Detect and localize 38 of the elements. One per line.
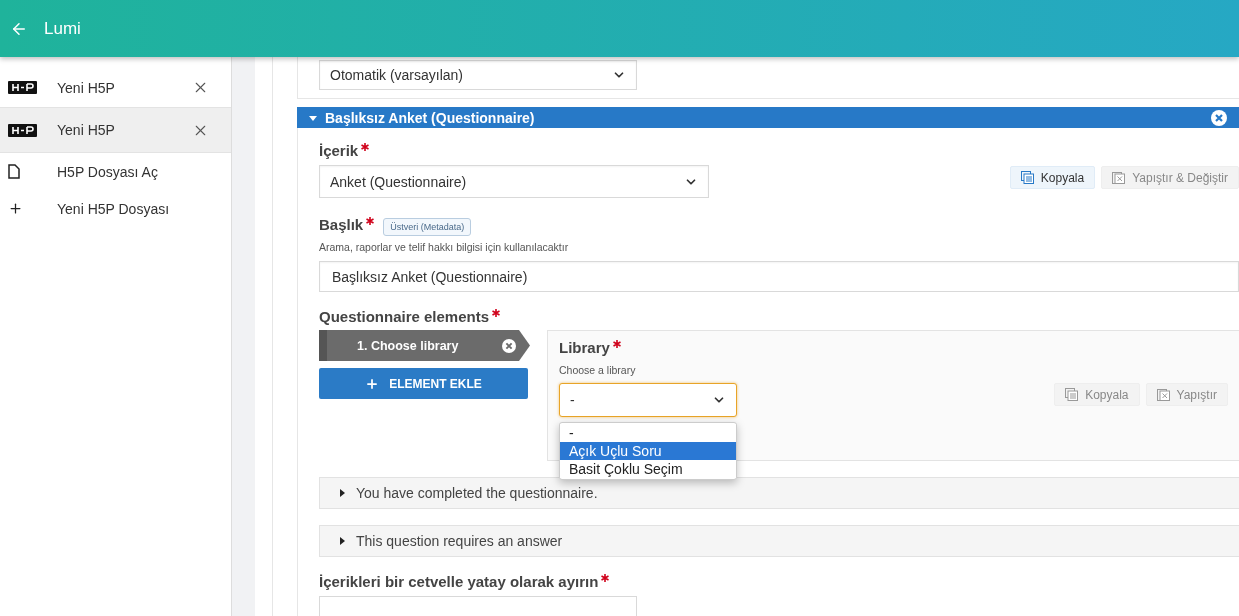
logo-icon — [8, 81, 37, 94]
field-label: Questionnaire elements — [319, 308, 490, 325]
select-field[interactable] — [319, 596, 637, 616]
paste-icon — [1112, 171, 1126, 184]
logo-icon — [8, 123, 37, 137]
select-field[interactable]: - — [559, 383, 737, 417]
collapsible-group[interactable]: This question requires an answer — [319, 525, 1239, 557]
add-element-button[interactable]: ELEMENT EKLE — [319, 368, 528, 399]
section-header[interactable]: Başlıksız Anket (Questionnaire) — [297, 107, 1239, 128]
plus-icon — [365, 376, 380, 391]
text-field[interactable]: Başlıksız Anket (Questionnaire) — [319, 261, 1239, 292]
copy-icon — [1065, 388, 1079, 401]
field-label: Library — [559, 339, 610, 356]
caret-icon — [338, 489, 346, 497]
select-field[interactable]: Anket (Questionnaire) — [319, 165, 709, 198]
copy-icon — [1020, 171, 1034, 184]
field-label: İçerik — [319, 142, 359, 159]
plus-icon — [8, 201, 23, 216]
field-label: Başlık — [319, 216, 364, 233]
paste-icon — [1156, 388, 1170, 401]
remove-icon[interactable] — [502, 338, 516, 353]
caret-icon — [309, 113, 317, 122]
dropdown-option[interactable]: Açık Uçlu Soru — [560, 442, 736, 460]
list-item[interactable]: 1. Choose library — [319, 330, 530, 361]
app-title: Lumi — [44, 18, 81, 39]
dropdown-option[interactable]: - — [560, 424, 736, 442]
metadata-badge[interactable]: Üstveri (Metadata) — [383, 218, 472, 236]
field-description: Choose a library — [559, 364, 637, 376]
collapsible-group[interactable]: You have completed the questionnaire. — [319, 477, 1239, 509]
caret-icon — [338, 537, 346, 545]
remove-icon[interactable] — [1211, 109, 1227, 126]
field-label: İçerikleri bir cetvelle yatay olarak ayırın — [319, 573, 599, 590]
file-icon — [8, 164, 20, 179]
field-description: Arama, raporlar ve telif hakkı bilgisi için kullanılacaktır — [319, 241, 570, 253]
sidebar-tab[interactable]: Yeni H5P — [0, 108, 231, 153]
dropdown-option[interactable]: Basit Çoklu Seçim — [560, 460, 736, 478]
select-field[interactable]: Otomatik (varsayılan) — [319, 60, 637, 90]
copy-button[interactable]: Kopyala — [1009, 166, 1096, 189]
